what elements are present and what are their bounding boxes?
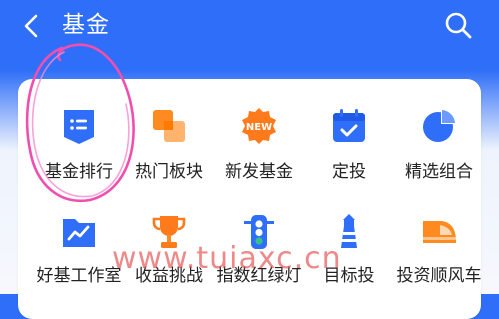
- menu-item-label: 定投: [332, 162, 366, 182]
- new-badge-text: NEW: [246, 122, 272, 133]
- calendar-check-icon: [333, 109, 365, 142]
- menu-item-label: 热门板块: [135, 162, 203, 182]
- folder-chart-icon: [63, 219, 95, 247]
- menu-item-label: 投资顺风车: [396, 266, 482, 286]
- fund-ranking-icon: [64, 110, 94, 144]
- menu-item-index-light[interactable]: 指数红绿灯: [213, 215, 305, 301]
- trophy-icon: [152, 216, 186, 248]
- menu-item-hot-sector[interactable]: 热门板块: [123, 107, 215, 193]
- traffic-light-icon: [244, 215, 274, 249]
- menu-item-label: 指数红绿灯: [216, 266, 302, 286]
- menu-item-label: 精选组合: [405, 162, 473, 182]
- menu-item-target-invest[interactable]: 目标投: [303, 214, 395, 301]
- menu-item-invest-carpool[interactable]: 投资顺风车: [393, 215, 485, 301]
- menu-item-label: 收益挑战: [135, 266, 203, 286]
- app-header: 基金: [0, 0, 499, 52]
- lighthouse-icon: [341, 214, 357, 248]
- menu-item-auto-invest[interactable]: 定投: [303, 107, 395, 193]
- page-title: 基金: [62, 12, 110, 38]
- menu-item-label: 新发基金: [225, 162, 293, 182]
- menu-item-new-fund[interactable]: NEW 新发基金: [213, 107, 305, 193]
- chevron-left-icon[interactable]: [18, 12, 46, 40]
- search-icon[interactable]: [443, 10, 473, 40]
- hot-sector-icon: [153, 110, 185, 142]
- new-fund-icon: NEW: [242, 108, 276, 144]
- menu-item-label: 目标投: [323, 266, 375, 286]
- menu-item-yield-challenge[interactable]: 收益挑战: [123, 215, 215, 301]
- menu-item-label: 好基工作室: [36, 266, 122, 286]
- pie-chart-icon: [423, 109, 456, 142]
- train-icon: [423, 221, 456, 243]
- fund-menu-card: 基金排行 热门板块 NEW 新发基金 定投 精选组合 好基工作室 收益挑战 指数…: [18, 79, 482, 319]
- menu-item-fund-studio[interactable]: 好基工作室: [33, 215, 125, 301]
- menu-item-portfolio[interactable]: 精选组合: [393, 107, 485, 193]
- menu-item-fund-ranking[interactable]: 基金排行: [33, 107, 125, 193]
- menu-item-label: 基金排行: [45, 162, 113, 182]
